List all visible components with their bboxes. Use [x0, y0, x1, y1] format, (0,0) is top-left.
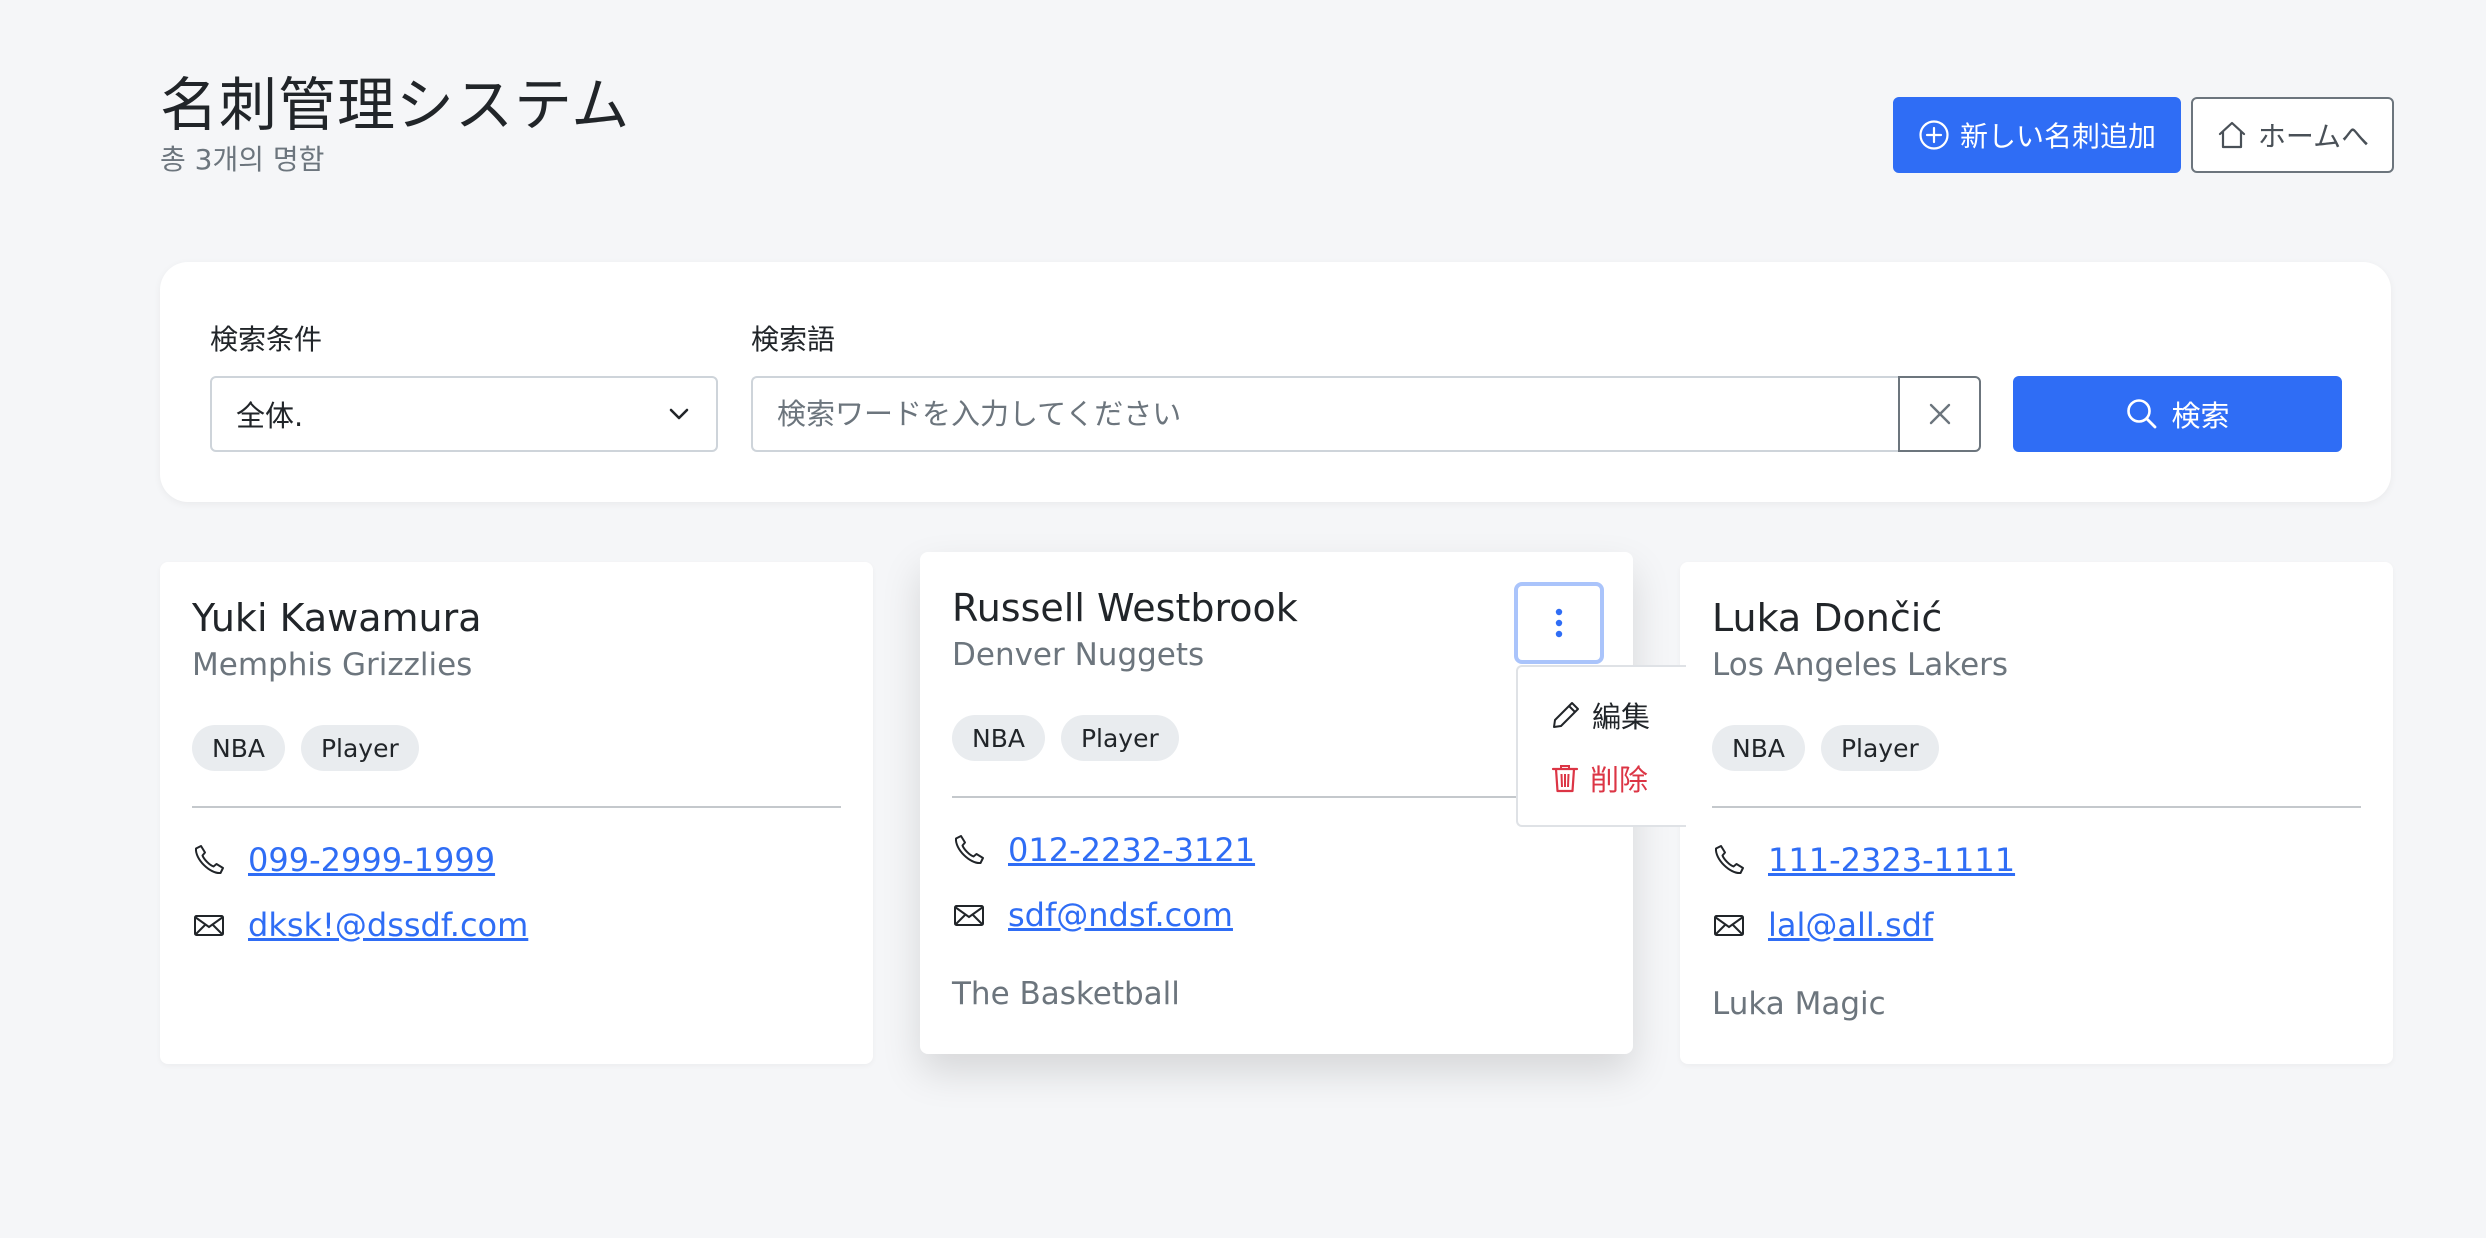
house-icon	[2218, 121, 2246, 149]
business-card: Luka Dončić Los Angeles Lakers NBA Playe…	[1680, 562, 2393, 1064]
pencil-icon	[1553, 702, 1579, 728]
magnifier-icon	[2127, 399, 2157, 429]
telephone-icon	[195, 845, 224, 874]
card-tags: NBA Player	[952, 715, 1179, 761]
delete-menu-item[interactable]: 削除	[1550, 757, 1648, 799]
card-name: Yuki Kawamura	[192, 596, 482, 640]
card-tags: NBA Player	[192, 725, 419, 771]
tag: Player	[1060, 715, 1179, 761]
plus-circle-icon	[1919, 120, 1949, 150]
email-row: lal@all.sdf	[1712, 906, 1933, 944]
page-title: 名刺管理システム	[160, 71, 631, 139]
edit-label: 編集	[1592, 700, 1651, 734]
card-count: 총 3개의 명함	[160, 143, 325, 176]
search-condition-value: 全体.	[236, 399, 304, 433]
card-memo: The Basketball	[952, 976, 1180, 1012]
home-label: ホームへ	[2257, 120, 2370, 153]
tag: Player	[300, 725, 419, 771]
card-dropdown-menu: 編集 削除	[1516, 665, 1686, 827]
phone-row: 012-2232-3121	[952, 831, 1255, 869]
divider	[1712, 806, 2361, 808]
delete-label: 削除	[1590, 763, 1649, 797]
tag: NBA	[952, 715, 1045, 761]
phone-link[interactable]: 111-2323-1111	[1768, 841, 2015, 879]
chevron-down-icon	[669, 408, 689, 420]
phone-link[interactable]: 099-2999-1999	[248, 841, 495, 879]
header-actions: 新しい名刺追加 ホームへ	[1893, 97, 2394, 173]
clear-search-button[interactable]	[1898, 376, 1981, 452]
card-name: Russell Westbrook	[952, 586, 1298, 630]
search-panel: 検索条件 検索語 全体. 検索	[160, 262, 2391, 502]
telephone-icon	[955, 835, 984, 864]
three-dots-vertical-icon	[1555, 608, 1563, 638]
divider	[952, 796, 1601, 798]
email-link[interactable]: dksk!@dssdf.com	[248, 906, 528, 944]
email-link[interactable]: lal@all.sdf	[1768, 906, 1933, 944]
home-button[interactable]: ホームへ	[2191, 97, 2394, 173]
card-team: Memphis Grizzlies	[192, 647, 473, 683]
envelope-icon	[1714, 915, 1744, 936]
x-icon	[1929, 403, 1950, 425]
divider	[192, 806, 841, 808]
page: 名刺管理システム 총 3개의 명함 新しい名刺追加 ホームへ 検索条件 検索語 …	[0, 0, 2486, 1238]
email-link[interactable]: sdf@ndsf.com	[1008, 896, 1233, 934]
search-button-label: 検索	[2171, 399, 2230, 433]
email-row: dksk!@dssdf.com	[192, 906, 528, 944]
card-memo: Luka Magic	[1712, 986, 1886, 1022]
envelope-icon	[194, 915, 224, 936]
card-name: Luka Dončić	[1712, 596, 1943, 640]
trash-icon	[1551, 765, 1579, 793]
add-card-label: 新しい名刺追加	[1959, 120, 2156, 153]
card-team: Los Angeles Lakers	[1712, 647, 2009, 683]
card-team: Denver Nuggets	[952, 637, 1205, 673]
search-term-label: 検索語	[751, 323, 836, 356]
tag: NBA	[192, 725, 285, 771]
business-card: Yuki Kawamura Memphis Grizzlies NBA Play…	[160, 562, 873, 1064]
search-condition-select[interactable]: 全体.	[210, 376, 718, 452]
search-input[interactable]	[751, 376, 1899, 452]
envelope-icon	[954, 905, 984, 926]
phone-row: 099-2999-1999	[192, 841, 495, 879]
phone-link[interactable]: 012-2232-3121	[1008, 831, 1255, 869]
card-menu-button[interactable]	[1514, 582, 1604, 664]
email-row: sdf@ndsf.com	[952, 896, 1233, 934]
search-button[interactable]: 検索	[2013, 376, 2342, 452]
search-condition-label: 検索条件	[210, 323, 323, 356]
card-tags: NBA Player	[1712, 725, 1939, 771]
add-card-button[interactable]: 新しい名刺追加	[1893, 97, 2181, 173]
tag: Player	[1820, 725, 1939, 771]
edit-menu-item[interactable]: 編集	[1550, 694, 1650, 736]
telephone-icon	[1715, 845, 1744, 874]
phone-row: 111-2323-1111	[1712, 841, 2015, 879]
tag: NBA	[1712, 725, 1805, 771]
